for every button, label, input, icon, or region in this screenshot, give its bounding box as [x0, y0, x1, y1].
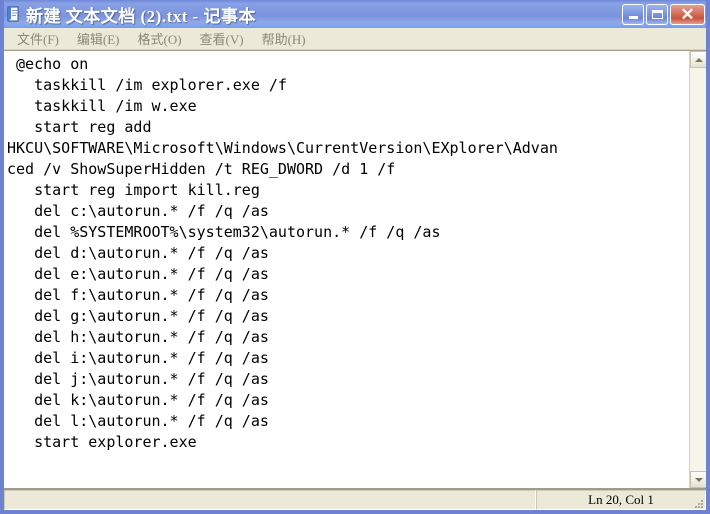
maximize-icon [652, 10, 663, 19]
window-title: 新建 文本文档 (2).txt - 记事本 [26, 2, 622, 27]
status-panel-message [4, 490, 536, 510]
scroll-up-button[interactable] [690, 51, 706, 68]
cursor-position-text: Ln 20, Col 1 [588, 492, 654, 508]
menu-item-edit[interactable]: 编辑(E) [68, 28, 129, 50]
close-button[interactable]: ✕ [670, 4, 705, 25]
close-icon: ✕ [680, 6, 694, 23]
text-editor[interactable]: @echo on taskkill /im explorer.exe /f ta… [4, 51, 689, 488]
scrollbar-track[interactable] [690, 68, 706, 471]
editor-content[interactable]: @echo on taskkill /im explorer.exe /f ta… [7, 54, 689, 453]
scroll-down-icon [695, 478, 703, 482]
notepad-window: 新建 文本文档 (2).txt - 记事本 ✕ 文件(F) 编辑(E) 格式(O… [0, 0, 710, 514]
editor-area: @echo on taskkill /im explorer.exe /f ta… [4, 50, 706, 488]
status-bar: Ln 20, Col 1 [4, 488, 706, 510]
minimize-icon [629, 16, 638, 19]
menu-item-format[interactable]: 格式(O) [129, 28, 191, 50]
menu-item-help[interactable]: 帮助(H) [253, 28, 315, 50]
status-panel-position: Ln 20, Col 1 [536, 490, 706, 510]
window-controls: ✕ [622, 4, 708, 25]
maximize-button[interactable] [646, 4, 668, 25]
vertical-scrollbar[interactable] [689, 51, 706, 488]
notepad-icon[interactable] [5, 6, 21, 22]
scroll-up-icon [695, 58, 703, 62]
scroll-down-button[interactable] [690, 471, 706, 488]
resize-grip-icon[interactable] [691, 496, 703, 508]
menu-item-file[interactable]: 文件(F) [8, 28, 68, 50]
menu-bar: 文件(F) 编辑(E) 格式(O) 查看(V) 帮助(H) [4, 28, 706, 50]
title-bar[interactable]: 新建 文本文档 (2).txt - 记事本 ✕ [0, 0, 710, 28]
minimize-button[interactable] [622, 4, 644, 25]
menu-item-view[interactable]: 查看(V) [191, 28, 253, 50]
